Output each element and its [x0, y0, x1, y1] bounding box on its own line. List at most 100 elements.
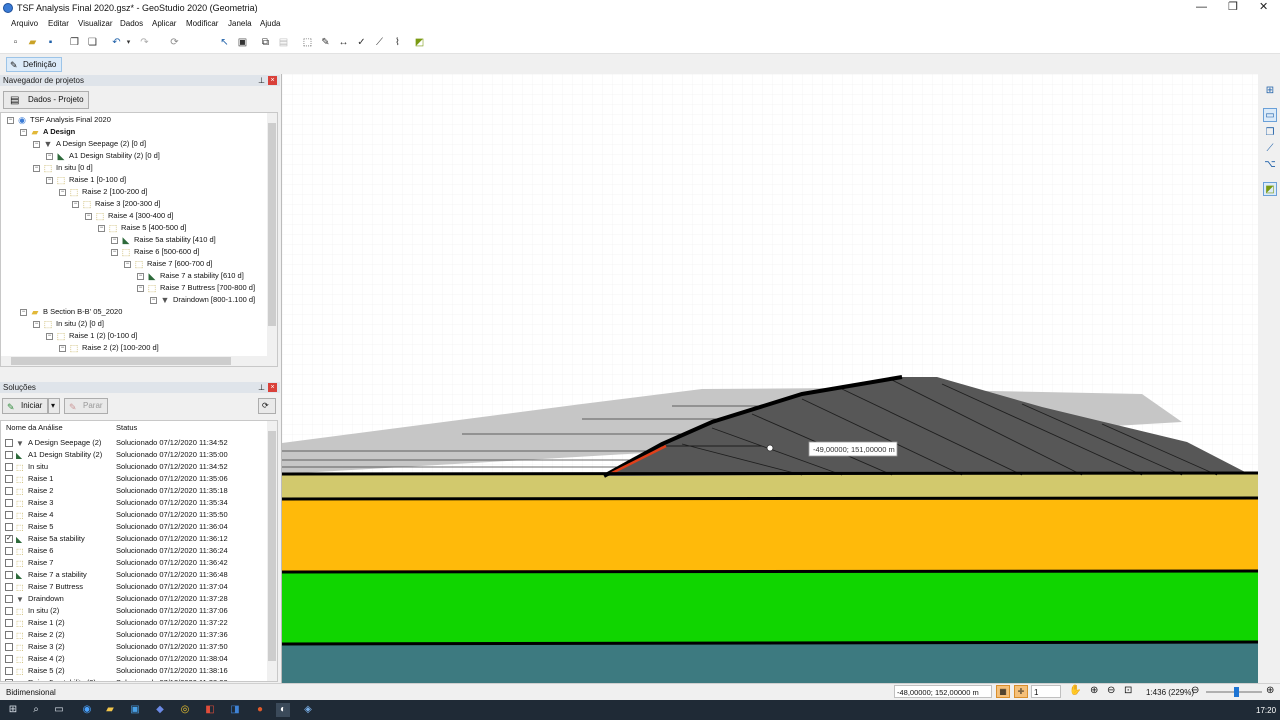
solution-checkbox[interactable] — [5, 619, 13, 627]
expand-toggle-icon[interactable]: − — [20, 128, 27, 136]
expand-toggle-icon[interactable]: − — [137, 284, 144, 292]
tree-item[interactable]: − ⬚ Raise 5 [400-500 d] — [98, 222, 186, 234]
sketch-tool-icon[interactable]: ⟋ — [1263, 142, 1277, 156]
paste-icon[interactable]: ❏ — [86, 36, 99, 49]
move-icon[interactable]: ⧉ — [259, 36, 272, 49]
expand-toggle-icon[interactable]: − — [111, 236, 118, 244]
word-icon[interactable]: ◨ — [228, 703, 242, 717]
tree-item[interactable]: − ⬚ Raise 7 [600-700 d] — [124, 258, 212, 270]
menu-dados[interactable]: Dados — [120, 19, 143, 28]
pin-icon[interactable]: ⊥ — [258, 382, 265, 393]
app-icon-1[interactable]: ◆ — [153, 703, 167, 717]
expand-toggle-icon[interactable]: − — [98, 224, 105, 232]
tree-item[interactable]: − ⬚ Raise 2 (2) [100-200 d] — [59, 342, 159, 354]
solution-row[interactable]: ⬚ Raise 2 (2) Solucionado 07/12/2020 11:37… — [1, 629, 267, 641]
expand-toggle-icon[interactable]: − — [124, 260, 131, 268]
solution-checkbox[interactable] — [5, 631, 13, 639]
solution-checkbox[interactable] — [5, 559, 13, 567]
tree-item[interactable]: − ⬚ Raise 3 [200-300 d] — [72, 198, 160, 210]
expand-toggle-icon[interactable]: − — [59, 188, 66, 196]
snap-grid-icon[interactable]: ▦ — [996, 685, 1010, 698]
solution-row[interactable]: ◣ A1 Design Stability (2) Solucionado 07/1… — [1, 449, 267, 461]
expand-toggle-icon[interactable]: − — [72, 200, 79, 208]
store-icon[interactable]: ▣ — [128, 703, 142, 717]
sketch-line-icon[interactable]: ⟋ — [373, 36, 386, 49]
pencil-icon[interactable]: ✎ — [319, 36, 332, 49]
menu-arquivo[interactable]: Arquivo — [11, 19, 38, 28]
zoom-plus-icon[interactable]: ⊕ — [1266, 685, 1274, 696]
stop-button[interactable]: ✎ Parar — [64, 398, 108, 414]
solution-checkbox[interactable] — [5, 463, 13, 471]
sketch-curve-icon[interactable]: ⌇ — [391, 36, 404, 49]
solution-checkbox[interactable] — [5, 583, 13, 591]
pan-hand-icon[interactable]: ✋ — [1069, 685, 1081, 696]
dimension-icon[interactable]: ↔ — [337, 36, 350, 49]
refresh-icon[interactable]: ⟳ — [168, 36, 181, 49]
materials-panel-icon[interactable]: ◩ — [1263, 182, 1277, 196]
solution-row[interactable]: ◣ Raise 7 a stability Solucionado 07/12/20… — [1, 569, 267, 581]
tree-hscrollbar[interactable] — [1, 356, 267, 366]
expand-toggle-icon[interactable]: − — [33, 164, 40, 172]
task-view-icon[interactable]: ▭ — [52, 703, 66, 717]
zoom-in-icon[interactable]: ⊕ — [1090, 685, 1098, 696]
panel-close-icon[interactable]: × — [268, 383, 277, 392]
solution-row[interactable]: ◣Raise 5a stability (2) Solucionado 07/12… — [1, 677, 267, 681]
windows-start-icon[interactable]: ⊞ — [6, 703, 20, 717]
snap-value-input[interactable]: 1 — [1031, 685, 1061, 698]
solution-row[interactable]: ⬚ Raise 2 Solucionado 07/12/2020 11:35:18 — [1, 485, 267, 497]
expand-toggle-icon[interactable]: − — [150, 296, 157, 304]
key-icon[interactable]: ⌥ — [1263, 158, 1277, 172]
menu-editar[interactable]: Editar — [48, 19, 69, 28]
pin-icon[interactable]: ⊥ — [258, 75, 265, 86]
solution-checkbox[interactable] — [5, 451, 13, 459]
edge-icon[interactable]: ◉ — [80, 703, 94, 717]
solution-row[interactable]: ⬚ Raise 5 Solucionado 07/12/2020 11:36:04 — [1, 521, 267, 533]
solution-checkbox[interactable] — [5, 487, 13, 495]
tree-item[interactable]: − ▼ Draindown [800-1.100 d] — [150, 294, 255, 306]
sand-layer[interactable] — [282, 498, 1258, 572]
zoom-minus-icon[interactable]: ⊖ — [1191, 685, 1199, 696]
tree-item[interactable]: − ⬚ In situ (2) [0 d] — [33, 318, 104, 330]
maximize-icon[interactable]: ❐ — [1228, 1, 1238, 13]
expand-toggle-icon[interactable]: − — [33, 320, 40, 328]
solution-row[interactable]: ⬚ In situ (2) Solucionado 07/12/2020 11:37… — [1, 605, 267, 617]
expand-toggle-icon[interactable]: − — [85, 212, 92, 220]
zoom-slider-thumb[interactable] — [1234, 687, 1239, 697]
solution-row[interactable]: ⬚ Raise 1 (2) Solucionado 07/12/2020 11:37… — [1, 617, 267, 629]
solution-checkbox[interactable] — [5, 499, 13, 507]
define-icon[interactable]: ⊞ — [1263, 84, 1277, 98]
solution-checkbox[interactable] — [5, 643, 13, 651]
solution-row[interactable]: ⬚ Raise 7 Buttress Solucionado 07/12/2020 … — [1, 581, 267, 593]
expand-toggle-icon[interactable]: − — [20, 308, 27, 316]
solution-checkbox[interactable] — [5, 523, 13, 531]
expand-toggle-icon[interactable]: − — [46, 152, 53, 160]
panel-close-icon[interactable]: × — [268, 76, 277, 85]
close-icon[interactable]: ✕ — [1259, 1, 1268, 13]
menu-ajuda[interactable]: Ajuda — [260, 19, 280, 28]
tree-item[interactable]: − ⬚ Raise 2 [100-200 d] — [59, 186, 147, 198]
app-icon-3[interactable]: ◈ — [301, 703, 315, 717]
chrome-icon[interactable]: ◎ — [178, 703, 192, 717]
expand-toggle-icon[interactable]: − — [33, 140, 40, 148]
menu-aplicar[interactable]: Aplicar — [152, 19, 176, 28]
solution-checkbox[interactable] — [5, 439, 13, 447]
solution-row[interactable]: ⬚ Raise 1 Solucionado 07/12/2020 11:35:06 — [1, 473, 267, 485]
pointer-icon[interactable]: ↖ — [218, 36, 231, 49]
expand-toggle-icon[interactable]: − — [46, 176, 53, 184]
definition-mode-button[interactable]: ✎ Definição — [6, 57, 62, 72]
tree-item[interactable]: − ▼ A Design Seepage (2) [0 d] — [33, 138, 146, 150]
tree-item[interactable]: − ◣ A1 Design Stability (2) [0 d] — [46, 150, 160, 162]
solution-checkbox[interactable] — [5, 571, 13, 579]
solution-row[interactable]: ⬚ In situ Solucionado 07/12/2020 11:34:52 — [1, 461, 267, 473]
solution-row[interactable]: ⬚ Raise 4 (2) Solucionado 07/12/2020 11:38… — [1, 653, 267, 665]
minimize-icon[interactable]: — — [1196, 1, 1207, 13]
rock-layer[interactable] — [282, 641, 1258, 683]
start-button[interactable]: ✎ Iniciar — [2, 398, 48, 414]
project-data-button[interactable]: ▤ Dados - Projeto — [3, 91, 89, 109]
geostudio-taskbar-icon[interactable]: ◐ — [276, 703, 290, 717]
solution-checkbox[interactable]: ✓ — [5, 535, 13, 543]
tree-item[interactable]: − ⬚ Raise 7 Buttress [700-800 d] — [137, 282, 255, 294]
expand-toggle-icon[interactable]: − — [59, 344, 66, 352]
solution-checkbox[interactable] — [5, 679, 13, 681]
geometry-canvas[interactable]: -49,00000; 151,00000 m — [281, 74, 1258, 683]
